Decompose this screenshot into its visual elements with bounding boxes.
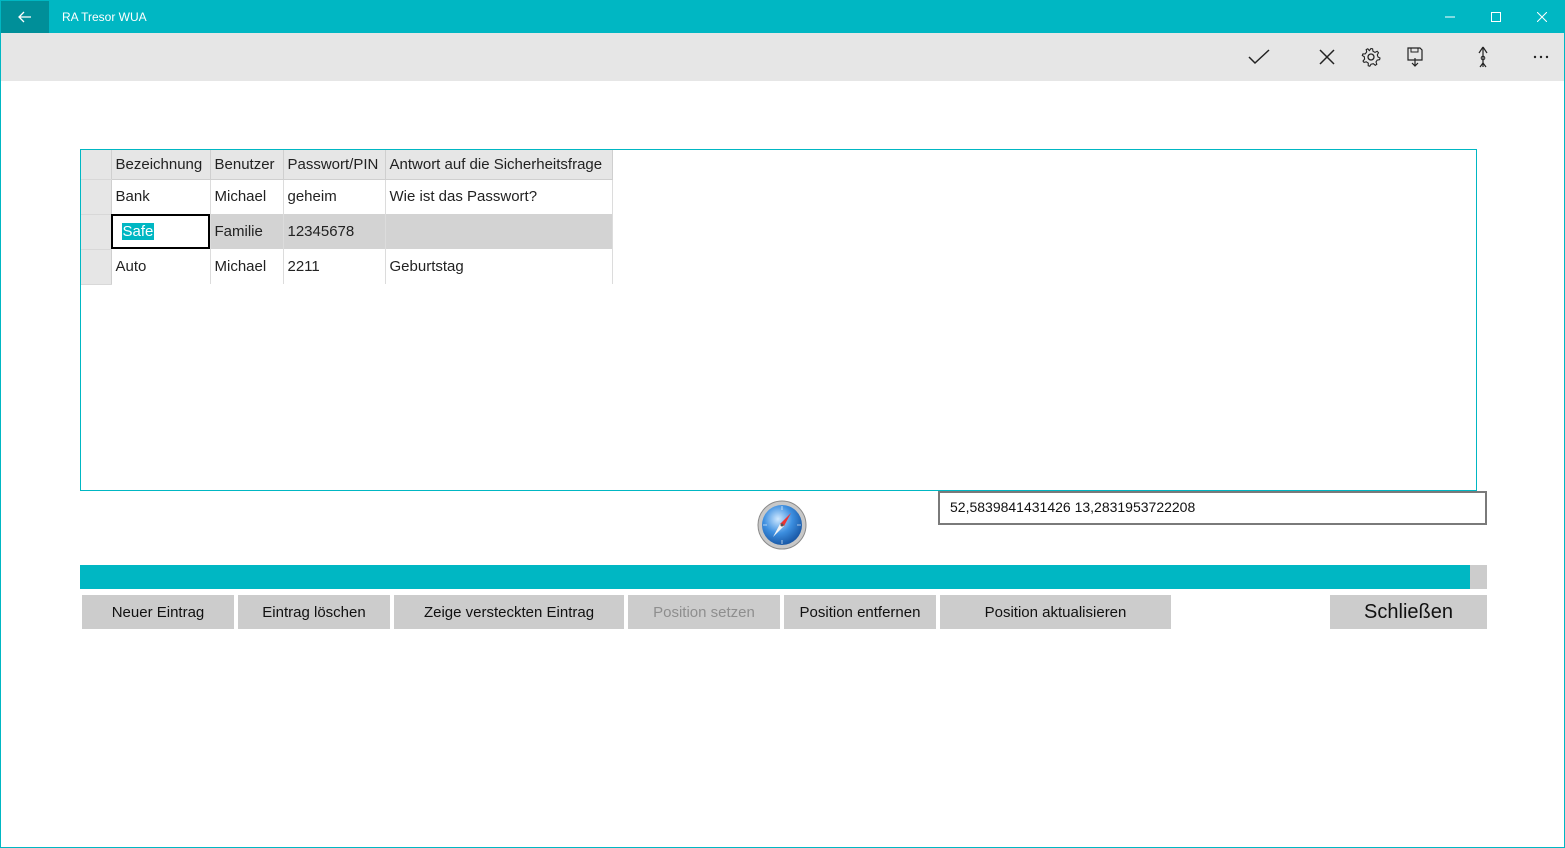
location-button[interactable] (1461, 33, 1505, 81)
progress-bar (80, 565, 1487, 589)
cell-antwort[interactable] (385, 214, 613, 249)
table-row[interactable]: Bank Michael geheim Wie ist das Passwort… (81, 179, 613, 215)
cell-benutzer[interactable]: Michael (210, 249, 284, 284)
cancel-icon (1319, 49, 1335, 65)
more-icon (1533, 55, 1549, 59)
command-bar (1, 33, 1564, 81)
maximize-icon (1491, 12, 1501, 22)
row-header[interactable] (81, 214, 112, 250)
remove-position-button[interactable]: Position entfernen (784, 595, 936, 629)
table-row-selected[interactable]: Safe Familie 12345678 (81, 214, 613, 250)
row-header[interactable] (81, 179, 112, 215)
cell-bezeichnung-editing[interactable]: Safe (111, 214, 211, 249)
save-button[interactable] (1393, 33, 1437, 81)
row-header[interactable] (81, 249, 112, 285)
close-button[interactable]: Schließen (1330, 595, 1487, 629)
cell-benutzer[interactable]: Michael (210, 179, 284, 214)
accept-button[interactable] (1237, 33, 1281, 81)
window-title: RA Tresor WUA (62, 10, 147, 24)
more-button[interactable] (1519, 33, 1563, 81)
save-icon (1407, 47, 1423, 67)
cell-passwort[interactable]: 2211 (283, 249, 386, 284)
cell-antwort[interactable]: Geburtstag (385, 249, 613, 284)
settings-button[interactable] (1349, 33, 1393, 81)
compass-icon (757, 500, 807, 550)
cell-passwort[interactable]: 12345678 (283, 214, 386, 249)
checkmark-icon (1248, 49, 1270, 65)
column-header-benutzer[interactable]: Benutzer (210, 150, 284, 180)
title-bar: RA Tresor WUA (1, 1, 1564, 33)
location-arrow-icon (1478, 46, 1488, 68)
back-arrow-icon (18, 11, 31, 23)
compass-button[interactable] (757, 500, 807, 550)
cell-bezeichnung[interactable]: Bank (111, 179, 211, 214)
column-header-bezeichnung[interactable]: Bezeichnung (111, 150, 211, 180)
settings-icon (1361, 47, 1381, 67)
app-window: RA Tresor WUA Bezeichnung Benutzer Passw… (0, 0, 1565, 848)
cancel-button[interactable] (1305, 33, 1349, 81)
cell-edit-text[interactable]: Safe (121, 223, 155, 240)
close-window-button[interactable] (1519, 1, 1565, 33)
cell-passwort[interactable]: geheim (283, 179, 386, 214)
update-position-button[interactable]: Position aktualisieren (940, 595, 1171, 629)
entries-grid-panel: Bezeichnung Benutzer Passwort/PIN Antwor… (80, 149, 1477, 491)
close-icon (1537, 12, 1547, 22)
minimize-button[interactable] (1427, 1, 1473, 33)
progress-fill (80, 565, 1471, 589)
cell-antwort[interactable]: Wie ist das Passwort? (385, 179, 613, 214)
cell-bezeichnung[interactable]: Auto (111, 249, 211, 284)
minimize-icon (1445, 16, 1455, 18)
maximize-button[interactable] (1473, 1, 1519, 33)
cell-benutzer[interactable]: Familie (210, 214, 284, 249)
back-button[interactable] (1, 1, 49, 33)
new-entry-button[interactable]: Neuer Eintrag (82, 595, 234, 629)
table-row[interactable]: Auto Michael 2211 Geburtstag (81, 249, 613, 285)
set-position-button[interactable]: Position setzen (628, 595, 780, 629)
column-header-antwort[interactable]: Antwort auf die Sicherheitsfrage (385, 150, 613, 180)
coordinates-field[interactable]: 52,5839841431426 13,2831953722208 (938, 491, 1487, 525)
delete-entry-button[interactable]: Eintrag löschen (238, 595, 390, 629)
grid-corner[interactable] (81, 150, 112, 180)
entries-grid[interactable]: Bezeichnung Benutzer Passwort/PIN Antwor… (81, 150, 613, 285)
column-header-passwort[interactable]: Passwort/PIN (283, 150, 386, 180)
show-hidden-entry-button[interactable]: Zeige versteckten Eintrag (394, 595, 624, 629)
